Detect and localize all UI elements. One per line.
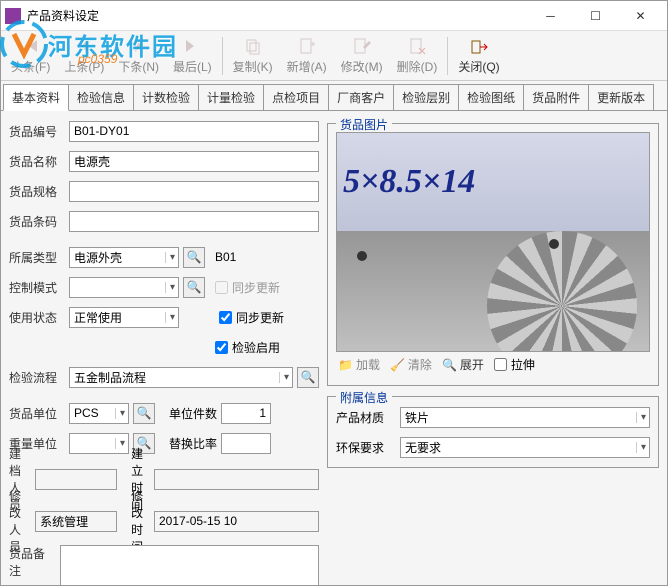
image-clear-button[interactable]: 🧹清除 — [390, 356, 432, 373]
barcode-input[interactable] — [69, 211, 319, 232]
name-input[interactable] — [69, 151, 319, 172]
image-stretch-check[interactable]: 拉伸 — [494, 356, 535, 373]
status-select[interactable]: 正常使用 — [69, 307, 179, 328]
status-sync-check[interactable]: 同步更新 — [219, 309, 284, 326]
remark-textarea[interactable] — [60, 545, 319, 585]
creator-input — [35, 469, 117, 490]
app-window: 产品资料设定 ─ ☐ ✕ 头条(F) 上条(P) 下条(N) 最后(L) 复制(… — [0, 0, 668, 586]
flow-label: 检验流程 — [9, 369, 65, 386]
spec-input[interactable] — [69, 181, 319, 202]
flow-select[interactable]: 五金制品流程 — [69, 367, 293, 388]
editor-input — [35, 511, 117, 532]
type-lookup-button[interactable]: 🔍 — [183, 247, 205, 268]
type-code: B01 — [215, 250, 236, 264]
toolbar: 头条(F) 上条(P) 下条(N) 最后(L) 复制(K) 新增(A) 修改(M… — [1, 31, 667, 81]
attach-legend: 附属信息 — [336, 389, 392, 406]
tab-3[interactable]: 计量检验 — [198, 84, 264, 110]
tab-5[interactable]: 厂商客户 — [328, 84, 394, 110]
image-toolbar: 📁加载 🧹清除 🔍展开 拉伸 — [336, 352, 650, 377]
content-area: 货品编号 货品名称 货品规格 货品条码 所属类型电源外壳🔍B01 控制模式🔍同步… — [1, 111, 667, 585]
copy-button[interactable]: 复制(K) — [227, 34, 279, 77]
window-title: 产品资料设定 — [27, 7, 528, 24]
minimize-button[interactable]: ─ — [528, 1, 573, 30]
screw-hole-icon — [357, 251, 367, 261]
name-label: 货品名称 — [9, 153, 65, 170]
tab-1[interactable]: 检验信息 — [68, 84, 134, 110]
image-overlay-text: 5×8.5×14 — [343, 163, 475, 201]
inspect-enable-check[interactable]: 检验启用 — [215, 339, 280, 356]
flow-lookup-button[interactable]: 🔍 — [297, 367, 319, 388]
tab-8[interactable]: 货品附件 — [523, 84, 589, 110]
type-select[interactable]: 电源外壳 — [69, 247, 179, 268]
env-label: 环保要求 — [336, 439, 396, 456]
first-button[interactable]: 头条(F) — [5, 34, 56, 77]
code-input[interactable] — [69, 121, 319, 142]
last-button[interactable]: 最后(L) — [167, 34, 218, 77]
material-select[interactable]: 铁片 — [400, 407, 650, 428]
type-label: 所属类型 — [9, 249, 65, 266]
unit-lookup-button[interactable]: 🔍 — [133, 403, 155, 424]
next-button[interactable]: 下条(N) — [112, 34, 165, 77]
titlebar: 产品资料设定 ─ ☐ ✕ — [1, 1, 667, 31]
tab-9[interactable]: 更新版本 — [588, 84, 654, 110]
app-icon — [5, 8, 21, 24]
image-expand-button[interactable]: 🔍展开 — [442, 356, 484, 373]
ratio-label: 替换比率 — [169, 435, 217, 452]
image-load-button[interactable]: 📁加载 — [338, 356, 380, 373]
spec-label: 货品规格 — [9, 183, 65, 200]
tab-6[interactable]: 检验层别 — [393, 84, 459, 110]
unit-qty-input[interactable] — [221, 403, 271, 424]
edit-button[interactable]: 修改(M) — [335, 34, 389, 77]
image-fieldset: 货品图片 5×8.5×14 📁加载 🧹清除 🔍展开 — [327, 123, 659, 386]
tab-7[interactable]: 检验图纸 — [458, 84, 524, 110]
delete-button[interactable]: 删除(D) — [391, 34, 444, 77]
image-legend: 货品图片 — [336, 116, 392, 133]
close-toolbar-button[interactable]: 关闭(Q) — [452, 34, 505, 77]
unit-select[interactable]: PCS — [69, 403, 129, 424]
product-image[interactable]: 5×8.5×14 — [336, 132, 650, 352]
material-label: 产品材质 — [336, 409, 396, 426]
new-button[interactable]: 新增(A) — [281, 34, 333, 77]
fan-vent-icon — [487, 231, 637, 352]
remark-label: 货品备注 — [9, 545, 56, 579]
tab-4[interactable]: 点检项目 — [263, 84, 329, 110]
unit-label: 货品单位 — [9, 405, 65, 422]
maximize-button[interactable]: ☐ — [573, 1, 618, 30]
ctrl-sync-check[interactable]: 同步更新 — [215, 279, 280, 296]
status-label: 使用状态 — [9, 309, 65, 326]
right-panel: 货品图片 5×8.5×14 📁加载 🧹清除 🔍展开 — [327, 119, 659, 577]
code-label: 货品编号 — [9, 123, 65, 140]
tab-bar: 基本资料检验信息计数检验计量检验点检项目厂商客户检验层别检验图纸货品附件更新版本 — [1, 81, 667, 111]
form-panel: 货品编号 货品名称 货品规格 货品条码 所属类型电源外壳🔍B01 控制模式🔍同步… — [9, 119, 319, 577]
ctrl-select[interactable] — [69, 277, 179, 298]
edit-time-input — [154, 511, 319, 532]
barcode-label: 货品条码 — [9, 213, 65, 230]
prev-button[interactable]: 上条(P) — [58, 34, 110, 77]
attach-fieldset: 附属信息 产品材质铁片 环保要求无要求 — [327, 396, 659, 468]
ratio-input[interactable] — [221, 433, 271, 454]
ctrl-label: 控制模式 — [9, 279, 65, 296]
tab-0[interactable]: 基本资料 — [3, 84, 69, 111]
tab-2[interactable]: 计数检验 — [133, 84, 199, 110]
weight-select[interactable] — [69, 433, 129, 454]
create-time-input — [154, 469, 319, 490]
unit-qty-label: 单位件数 — [169, 405, 217, 422]
ctrl-lookup-button[interactable]: 🔍 — [183, 277, 205, 298]
env-select[interactable]: 无要求 — [400, 437, 650, 458]
close-button[interactable]: ✕ — [618, 1, 663, 30]
